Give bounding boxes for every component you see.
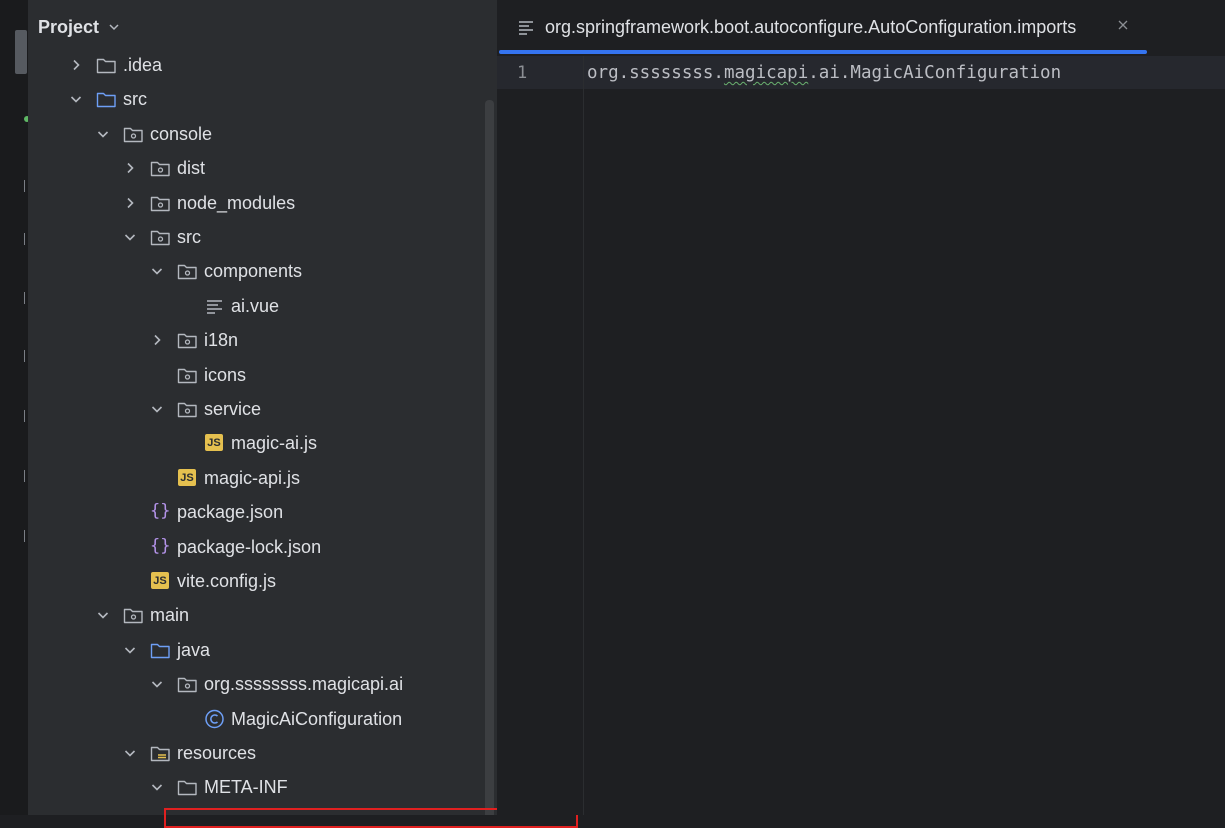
gutter-separator <box>583 56 584 815</box>
chevron-right-icon[interactable] <box>123 161 137 175</box>
chevron-down-icon[interactable] <box>150 402 164 416</box>
tree-node[interactable]: dist <box>28 151 478 185</box>
tree-node-label: vite.config.js <box>177 571 277 591</box>
tree-node[interactable]: java <box>28 633 478 667</box>
java-class-icon <box>205 709 224 728</box>
tree-node-label: service <box>204 399 262 419</box>
tree-node-label: ai.vue <box>231 295 280 316</box>
tree-node[interactable]: JS magic-ai.js <box>28 426 478 460</box>
tree-node[interactable]: service <box>28 392 478 426</box>
tree-node[interactable]: node_modules <box>28 186 478 220</box>
json-file-icon: {} <box>150 501 171 522</box>
tree-node-label: src <box>177 227 201 247</box>
tree-node-label: org.ssssssss.magicapi.ai <box>204 674 404 695</box>
project-panel-title: Project <box>38 16 100 37</box>
javascript-file-icon: JS <box>178 468 196 486</box>
chevron-right-icon[interactable] <box>150 333 164 347</box>
chevron-down-icon[interactable] <box>123 746 137 760</box>
module-folder-icon <box>123 127 143 142</box>
editor-tab[interactable]: org.springframework.boot.autoconfigure.A… <box>497 0 1147 55</box>
chevron-down-icon[interactable] <box>107 20 121 34</box>
chevron-down-icon[interactable] <box>96 608 110 622</box>
tree-node[interactable]: META-INF <box>28 770 478 804</box>
text-file-icon <box>519 21 533 35</box>
line-number: 1 <box>517 63 528 83</box>
package-icon <box>177 677 197 693</box>
folder-icon <box>96 58 116 74</box>
tree-node[interactable]: JS magic-api.js <box>28 461 478 495</box>
module-folder-icon <box>123 609 143 624</box>
tree-node[interactable]: src <box>28 82 478 116</box>
module-folder-icon <box>177 265 197 280</box>
source-folder-icon <box>96 93 116 108</box>
tree-node-label: node_modules <box>177 192 296 213</box>
tree-node-label: .idea <box>123 55 163 75</box>
spelling-warning[interactable]: magicapi <box>724 63 808 83</box>
tree-node-label: src <box>123 89 147 110</box>
tree-node[interactable]: components <box>28 254 478 288</box>
chevron-down-icon[interactable] <box>69 92 83 106</box>
tree-node-label: main <box>150 605 190 626</box>
project-view-selector[interactable]: Project <box>38 14 121 40</box>
folder-icon <box>177 781 197 796</box>
close-icon[interactable] <box>1116 18 1130 32</box>
tree-node[interactable]: JS vite.config.js <box>28 564 478 598</box>
tree-node-label: console <box>150 123 213 144</box>
tree-node-label: i18n <box>204 330 239 351</box>
chevron-down-icon[interactable] <box>123 230 137 244</box>
module-folder-icon <box>150 196 170 211</box>
tree-node[interactable]: i18n <box>28 323 478 357</box>
resources-folder-icon <box>150 746 170 762</box>
chevron-down-icon[interactable] <box>96 127 110 141</box>
tree-node-label: package.json <box>177 502 284 523</box>
tree-node-label: MagicAiConfiguration <box>231 708 403 729</box>
tree-node-label: magic-api.js <box>204 467 301 488</box>
module-folder-icon <box>177 402 197 418</box>
tree-node[interactable]: icons <box>28 358 478 392</box>
json-file-icon: {} <box>150 535 171 556</box>
tree-node[interactable]: MagicAiConfiguration <box>28 702 478 736</box>
module-folder-icon <box>150 230 170 246</box>
tree-node[interactable]: console <box>28 117 478 151</box>
tree-node[interactable]: src <box>28 220 478 254</box>
text-file-icon <box>207 300 222 314</box>
javascript-file-icon: JS <box>205 434 223 452</box>
module-folder-icon <box>177 368 197 383</box>
source-folder-icon <box>150 643 170 658</box>
tree-node[interactable]: {} package-lock.json <box>28 530 478 564</box>
tree-node[interactable]: org.ssssssss.magicapi.ai <box>28 667 478 701</box>
tree-node[interactable]: {} package.json <box>28 495 478 529</box>
tree-node[interactable]: .idea <box>28 48 478 82</box>
tree-node[interactable]: ai.vue <box>28 289 478 323</box>
editor-tab-bar: org.springframework.boot.autoconfigure.A… <box>497 0 1225 55</box>
chevron-down-icon[interactable] <box>150 264 164 278</box>
vertical-scrollbar[interactable] <box>485 100 494 815</box>
chevron-right-icon[interactable] <box>69 58 83 72</box>
chevron-down-icon[interactable] <box>150 780 164 794</box>
javascript-file-icon: JS <box>151 572 169 589</box>
tree-node-label: java <box>177 639 211 660</box>
tree-node[interactable]: main <box>28 598 478 632</box>
tree-node[interactable]: resources <box>28 736 478 770</box>
editor-area: org.springframework.boot.autoconfigure.A… <box>497 0 1225 815</box>
chevron-right-icon[interactable] <box>123 196 137 210</box>
tree-node-label: package-lock.json <box>177 536 322 557</box>
tree-node-label: dist <box>177 158 206 179</box>
chevron-down-icon[interactable] <box>123 643 137 657</box>
chevron-down-icon[interactable] <box>150 677 164 691</box>
tab-label: org.springframework.boot.autoconfigure.A… <box>545 17 1077 37</box>
module-folder-icon <box>177 333 197 349</box>
active-tab-indicator <box>499 50 1147 54</box>
code-editor[interactable]: 1 org.ssssssss.magicapi.ai.MagicAiConfig… <box>497 56 1225 815</box>
tree-node-label: magic-ai.js <box>231 433 318 454</box>
tree-node-label: icons <box>204 364 247 385</box>
tree-node-label: META-INF <box>204 777 288 798</box>
left-tool-stripe <box>0 0 30 815</box>
window-thumbnail <box>15 30 27 74</box>
tree-node-label: components <box>204 261 303 282</box>
code-line[interactable]: org.ssssssss.magicapi.ai.MagicAiConfigur… <box>587 62 1061 84</box>
tree-node-label: resources <box>177 743 257 763</box>
project-tool-window: Project .idea src console dist node_modules s… <box>28 0 497 815</box>
module-folder-icon <box>150 161 170 177</box>
